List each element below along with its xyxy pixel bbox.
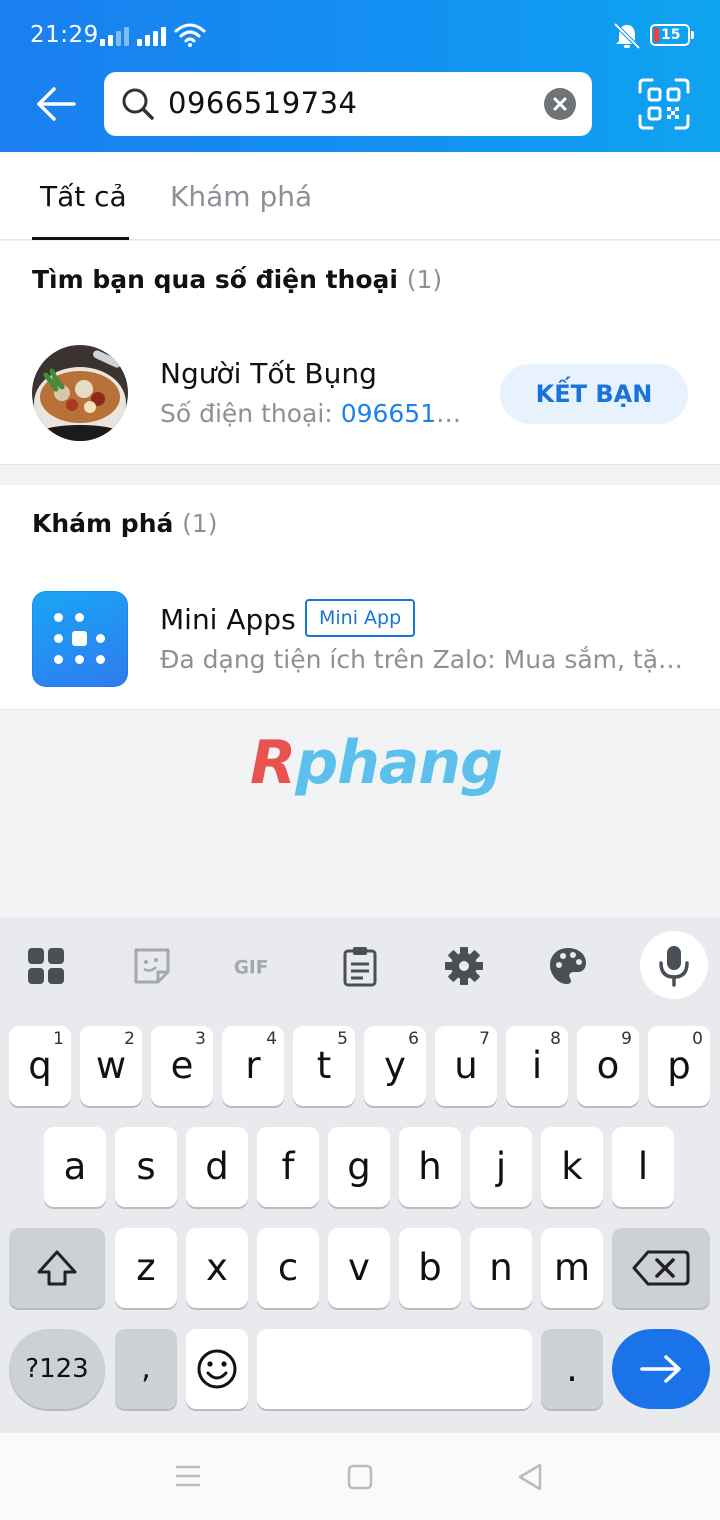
key-s[interactable]: s <box>115 1127 177 1207</box>
sticker-icon[interactable] <box>130 944 174 988</box>
key-p[interactable]: p0 <box>648 1026 710 1106</box>
emoji-smile-icon <box>197 1349 237 1389</box>
watermark-logo: Rphang <box>250 728 503 798</box>
microphone-icon <box>659 946 689 987</box>
signal-icon <box>100 24 129 46</box>
status-time: 21:29 <box>30 22 99 48</box>
shift-key[interactable] <box>9 1228 105 1308</box>
avatar[interactable] <box>32 345 128 441</box>
voice-input-button[interactable] <box>640 931 708 999</box>
symbols-key[interactable]: ?123 <box>9 1329 105 1409</box>
backspace-icon <box>632 1250 690 1286</box>
gif-icon[interactable]: GIF <box>232 944 276 988</box>
key-k[interactable]: k <box>541 1127 603 1207</box>
backspace-key[interactable] <box>612 1228 710 1308</box>
apps-grid-icon[interactable] <box>24 944 68 988</box>
key-w[interactable]: w2 <box>80 1026 142 1106</box>
section-count: (1) <box>406 265 443 294</box>
tab-indicator <box>32 237 129 240</box>
key-z[interactable]: z <box>115 1228 177 1308</box>
key-i[interactable]: i8 <box>506 1026 568 1106</box>
key-x[interactable]: x <box>186 1228 248 1308</box>
key-n[interactable]: n <box>470 1228 532 1308</box>
status-bar: 21:29 15 <box>0 0 720 60</box>
key-j[interactable]: j <box>470 1127 532 1207</box>
key-a[interactable]: a <box>44 1127 106 1207</box>
wifi-icon <box>174 23 206 47</box>
search-icon <box>122 88 154 120</box>
shift-arrow-icon <box>37 1250 77 1286</box>
comma-key[interactable]: , <box>115 1329 177 1409</box>
key-t[interactable]: t5 <box>293 1026 355 1106</box>
tab-discover[interactable]: Khám phá <box>170 180 312 213</box>
section-title: Tìm bạn qua số điện thoại (1) <box>32 265 443 294</box>
key-y[interactable]: y6 <box>364 1026 426 1106</box>
signal-icon <box>137 24 166 46</box>
system-nav-bar <box>0 1433 720 1520</box>
clear-icon[interactable] <box>544 88 576 120</box>
search-input[interactable]: 0966519734 <box>104 72 592 136</box>
svg-text:GIF: GIF <box>234 957 268 978</box>
mute-bell-icon <box>613 22 641 50</box>
tab-bar: Tất cả Khám phá <box>0 152 720 240</box>
key-m[interactable]: m <box>541 1228 603 1308</box>
section-title: Khám phá (1) <box>32 509 218 538</box>
key-v[interactable]: v <box>328 1228 390 1308</box>
add-friend-button[interactable]: KẾT BẠN <box>500 364 688 424</box>
key-o[interactable]: o9 <box>577 1026 639 1106</box>
mini-apps-icon[interactable] <box>32 591 128 687</box>
clipboard-icon[interactable] <box>338 944 382 988</box>
tab-all[interactable]: Tất cả <box>40 180 127 213</box>
back-arrow-icon[interactable] <box>34 84 78 124</box>
contact-name: Người Tốt Bụng <box>160 357 377 390</box>
battery-level: 15 <box>661 27 681 43</box>
mini-app-badge: Mini App <box>305 599 416 637</box>
friends-section: Tìm bạn qua số điện thoại (1) Người Tốt … <box>0 241 720 465</box>
key-b[interactable]: b <box>399 1228 461 1308</box>
contact-phone: Số điện thoại: 0966519... <box>160 399 470 428</box>
key-c[interactable]: c <box>257 1228 319 1308</box>
home-square-icon[interactable] <box>346 1463 374 1491</box>
app-description: Đa dạng tiện ích trên Zalo: Mua sắm, tặn… <box>160 645 690 674</box>
app-header: 21:29 15 0966519734 <box>0 0 720 152</box>
emoji-key[interactable] <box>186 1329 248 1409</box>
app-name: Mini Apps <box>160 603 296 636</box>
menu-lines-icon[interactable] <box>174 1463 202 1489</box>
key-d[interactable]: d <box>186 1127 248 1207</box>
keyboard: GIF q 1 w 2 e 3 r 4 t 5 y 6 u 7 i 8 o 9 … <box>0 918 720 1433</box>
key-l[interactable]: l <box>612 1127 674 1207</box>
enter-key[interactable] <box>612 1329 710 1409</box>
period-key[interactable]: . <box>541 1329 603 1409</box>
space-key[interactable] <box>257 1329 532 1409</box>
key-g[interactable]: g <box>328 1127 390 1207</box>
key-h[interactable]: h <box>399 1127 461 1207</box>
key-e[interactable]: e3 <box>151 1026 213 1106</box>
qr-scan-icon[interactable] <box>638 78 690 130</box>
key-r[interactable]: r4 <box>222 1026 284 1106</box>
theme-palette-icon[interactable] <box>546 944 590 988</box>
arrow-right-icon <box>640 1355 681 1383</box>
key-q[interactable]: q1 <box>9 1026 71 1106</box>
key-u[interactable]: u7 <box>435 1026 497 1106</box>
settings-gear-icon[interactable] <box>442 944 486 988</box>
search-query[interactable]: 0966519734 <box>168 86 358 120</box>
section-count: (1) <box>182 509 218 538</box>
back-triangle-icon[interactable] <box>516 1461 544 1493</box>
keyboard-toolbar: GIF <box>0 918 720 1014</box>
discover-section: Khám phá (1) Mini Apps Mini App Đa dạng … <box>0 485 720 710</box>
key-f[interactable]: f <box>257 1127 319 1207</box>
battery-icon: 15 <box>650 24 694 46</box>
